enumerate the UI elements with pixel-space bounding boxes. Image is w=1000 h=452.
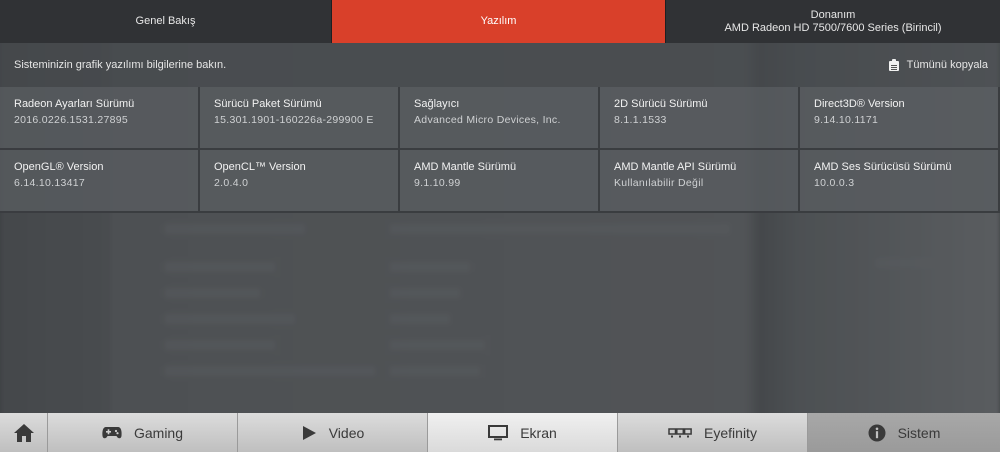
nav-eyefinity[interactable]: Eyefinity [618,413,808,452]
copy-all-label: Tümünü kopyala [906,59,988,71]
clipboard-icon [888,59,899,71]
info-bar: Sisteminizin grafik yazılımı bilgilerine… [0,43,1000,87]
info-cell: Radeon Ayarları Sürümü 2016.0226.1531.278… [0,87,200,150]
tab-overview-label: Genel Bakış [135,15,196,27]
info-cell: Direct3D® Version 9.14.10.1171 [800,87,1000,150]
info-cell: OpenCL™ Version 2.0.4.0 [200,150,400,213]
nav-display-label: Ekran [520,424,557,441]
info-cell: 2D Sürücü Sürümü 8.1.1.1533 [600,87,800,150]
home-button[interactable] [0,413,48,452]
info-text: Sisteminizin grafik yazılımı bilgilerine… [14,59,227,71]
info-label: AMD Ses Sürücüsü Sürümü [814,161,952,173]
tab-software-label: Yazılım [480,15,517,27]
tab-hardware-label: Donanım [810,8,856,21]
nav-video-label: Video [328,424,365,441]
nav-display[interactable]: Ekran [428,413,618,452]
info-cell: OpenGL® Version 6.14.10.13417 [0,150,200,213]
nav-system-label: Sistem [897,424,941,441]
eyefinity-icon [668,427,692,437]
info-label: AMD Mantle API Sürümü [614,161,737,173]
top-tab-bar: Genel Bakış Yazılım Donanım AMD Radeon H… [0,0,1000,43]
info-cell: Sürücü Paket Sürümü 15.301.1901-160226a-2… [200,87,400,150]
info-value: Kullanılabilir Değil [614,177,704,189]
info-label: Sürücü Paket Sürümü [214,98,322,110]
info-label: OpenCL™ Version [214,161,306,173]
info-value: 2016.0226.1531.27895 [14,114,129,126]
info-label: Direct3D® Version [814,98,905,110]
info-label: Sağlayıcı [414,98,460,110]
gamepad-icon [102,426,122,438]
info-label: 2D Sürücü Sürümü [614,98,708,110]
info-value: 2.0.4.0 [214,177,249,189]
nav-video[interactable]: Video [238,413,428,452]
play-icon [302,425,316,440]
software-info-grid: Radeon Ayarları Sürümü 2016.0226.1531.278… [0,87,1000,213]
home-icon [13,423,34,442]
info-label: Radeon Ayarları Sürümü [14,98,135,110]
monitor-icon [488,424,509,440]
info-value: 6.14.10.13417 [14,177,86,189]
info-value: Advanced Micro Devices, Inc. [414,114,561,126]
bottom-nav-bar: Gaming Video Ekran Eyefinity Sistem [0,413,1000,452]
nav-system[interactable]: Sistem [808,413,1000,452]
tab-overview[interactable]: Genel Bakış [0,0,332,43]
info-value: 9.14.10.1171 [814,114,879,126]
info-value: 10.0.0.3 [814,177,855,189]
info-cell: AMD Mantle Sürümü 9.1.10.99 [400,150,600,213]
info-value: 9.1.10.99 [414,177,461,189]
copy-all-button[interactable]: Tümünü kopyala [888,59,988,71]
info-cell: AMD Mantle API Sürümü Kullanılabilir Deği… [600,150,800,213]
info-value: 15.301.1901-160226a-299900 E [214,114,374,126]
info-label: OpenGL® Version [14,161,104,173]
info-label: AMD Mantle Sürümü [414,161,517,173]
info-value: 8.1.1.1533 [614,114,667,126]
info-icon [868,424,886,441]
info-cell: AMD Ses Sürücüsü Sürümü 10.0.0.3 [800,150,1000,213]
nav-eyefinity-label: Eyefinity [704,424,757,441]
tab-hardware[interactable]: Donanım AMD Radeon HD 7500/7600 Series (… [666,0,1000,43]
nav-gaming[interactable]: Gaming [48,413,238,452]
nav-gaming-label: Gaming [133,424,184,441]
info-cell: Sağlayıcı Advanced Micro Devices, Inc. [400,87,600,150]
tab-software[interactable]: Yazılım [332,0,666,43]
tab-hardware-sublabel: AMD Radeon HD 7500/7600 Series (Birincil… [724,21,942,34]
